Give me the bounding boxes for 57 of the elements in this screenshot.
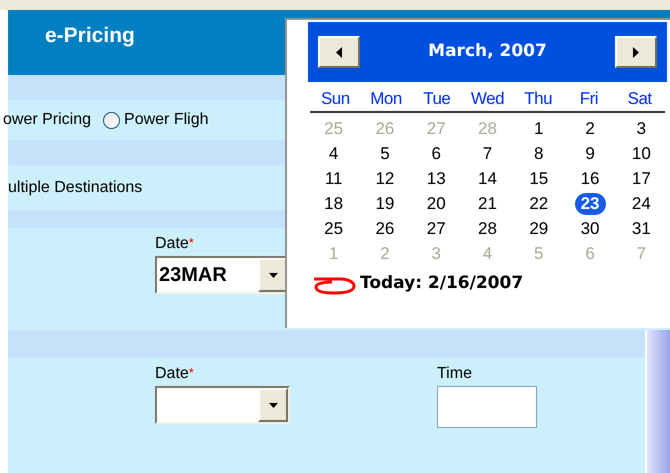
option-label: ower Pricing: [3, 110, 92, 130]
calendar-day[interactable]: 24: [626, 192, 657, 214]
calendar-day[interactable]: 30: [574, 218, 606, 240]
caret-icon: [268, 272, 278, 278]
weekday-label: Mon: [369, 88, 403, 110]
calendar-day[interactable]: 5: [374, 142, 396, 164]
time-label: Time: [437, 366, 473, 382]
weekday-label: Fri: [578, 88, 600, 110]
date-label: Date*: [155, 236, 195, 252]
calendar-day[interactable]: 15: [523, 168, 554, 190]
date-label: Date*: [155, 366, 195, 382]
calendar-day[interactable]: 28: [472, 218, 503, 240]
radio-option[interactable]: Power Fligh: [103, 108, 209, 132]
calendar-day[interactable]: 11: [318, 168, 348, 190]
calendar-day[interactable]: 2: [579, 118, 601, 140]
calendar-day[interactable]: 20: [420, 192, 452, 214]
weekday-label: Tue: [422, 88, 452, 110]
option-label: ultiple Destinations: [8, 178, 142, 198]
month-title: March, 2007: [428, 40, 547, 64]
previous-month-button[interactable]: [318, 36, 360, 68]
weekday-label: Sat: [626, 88, 653, 110]
calendar-day[interactable]: 10: [626, 142, 657, 164]
date-dropdown[interactable]: [155, 386, 290, 424]
calendar-day[interactable]: 25: [318, 218, 350, 240]
weekday-label: Thu: [523, 88, 554, 110]
calendar-day[interactable]: 1: [528, 118, 550, 140]
calendar-day[interactable]: 3: [630, 118, 652, 140]
calendar-day[interactable]: 4: [322, 142, 344, 164]
time-field[interactable]: [437, 386, 537, 428]
weekday-label: Sun: [320, 88, 351, 110]
caret-icon: [268, 402, 278, 408]
calendar-day[interactable]: 31: [626, 218, 657, 240]
calendar-day[interactable]: 9: [579, 142, 601, 164]
calendar-day[interactable]: 17: [626, 168, 657, 190]
calendar-day[interactable]: 19: [369, 192, 400, 214]
today-label[interactable]: Today: 2/16/2007: [360, 271, 524, 296]
calendar-day[interactable]: 14: [472, 168, 503, 190]
radio-button[interactable]: [103, 112, 120, 128]
calendar-day[interactable]: 16: [574, 168, 606, 190]
weekday-label: Wed: [470, 88, 506, 110]
date-value: 23MAR: [159, 265, 227, 285]
calendar-day[interactable]: 12: [369, 168, 400, 190]
calendar-day[interactable]: 21: [472, 192, 503, 214]
left-arrow-icon: [336, 46, 342, 58]
calendar-day[interactable]: 18: [318, 192, 350, 214]
page-title: e-Pricing: [45, 24, 135, 47]
calendar-day[interactable]: 13: [420, 168, 452, 190]
calendar-day[interactable]: 23: [574, 192, 606, 214]
calendar-day[interactable]: 6: [425, 142, 447, 164]
next-month-button[interactable]: [615, 36, 657, 68]
calendar-day[interactable]: 29: [523, 218, 554, 240]
calendar-day[interactable]: 8: [528, 142, 550, 164]
calendar-day[interactable]: 26: [369, 218, 400, 240]
calendar-day[interactable]: 22: [523, 192, 554, 214]
calendar-day[interactable]: 27: [420, 218, 452, 240]
right-arrow-icon: [633, 46, 639, 58]
calendar-day[interactable]: 7: [476, 142, 498, 164]
